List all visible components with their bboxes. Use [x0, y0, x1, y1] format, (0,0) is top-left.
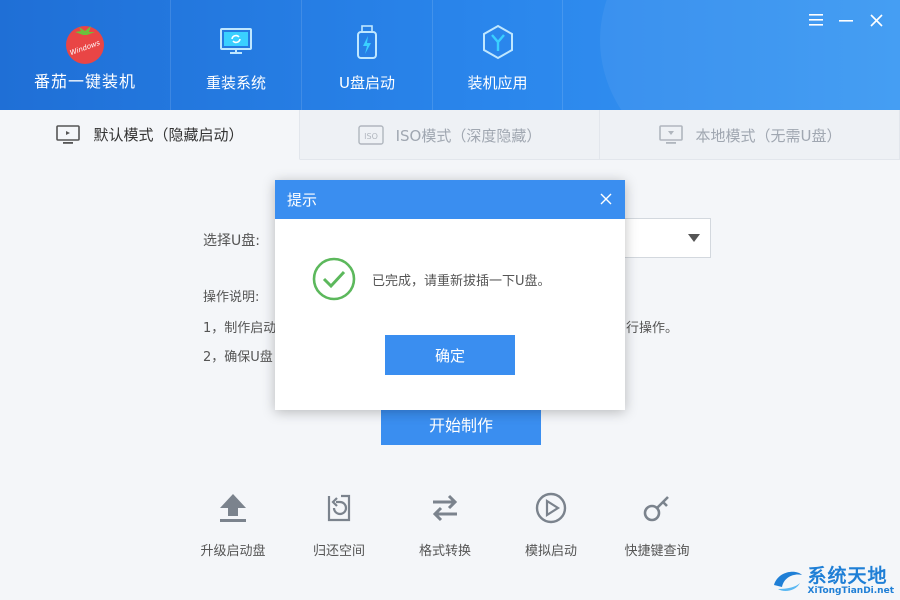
ok-button[interactable]: 确定: [385, 335, 515, 375]
dialog-body: 已完成，请重新拔插一下U盘。 确定: [275, 219, 625, 410]
select-usb-label: 选择U盘:: [203, 233, 260, 249]
menu-icon[interactable]: [808, 12, 824, 28]
tab-default-mode[interactable]: 默认模式（隐藏启动）: [0, 110, 300, 160]
tool-label: 模拟启动: [524, 544, 577, 559]
notice-dialog: 提示 已完成，请重新拔插一下U盘。 确定: [275, 180, 625, 410]
app-name: 番茄一键装机: [33, 72, 136, 91]
tab-label: 默认模式（隐藏启动）: [93, 126, 244, 144]
brand: Windows 番茄一键装机: [0, 0, 170, 110]
usb-drive-icon: [347, 22, 387, 62]
tab-iso-mode[interactable]: ISO ISO模式（深度隐藏）: [300, 110, 600, 160]
tab-label: ISO模式（深度隐藏）: [395, 126, 542, 145]
tool-label: 格式转换: [418, 544, 471, 559]
dialog-title: 提示: [287, 191, 318, 209]
dialog-message: 已完成，请重新拔插一下U盘。: [372, 274, 551, 289]
play-circle-icon: [533, 490, 569, 526]
nav-install-apps[interactable]: 装机应用: [432, 0, 563, 110]
watermark-text: 系统天地 XiTongTianDi.net: [808, 566, 895, 596]
hexagon-y-icon: [478, 22, 518, 62]
mode-tabs: 默认模式（隐藏启动） ISO ISO模式（深度隐藏） 本地模式（无需U盘）: [0, 110, 900, 160]
instruction-line-1-end: 行操作。: [626, 321, 679, 336]
nav-usb-boot[interactable]: U盘启动: [301, 0, 432, 110]
watermark-logo-icon: [773, 571, 802, 591]
upload-arrow-icon: [215, 490, 251, 526]
swap-arrows-icon: [427, 490, 463, 526]
monitor-down-icon: [658, 124, 684, 146]
tool-upgrade-boot-disk[interactable]: 升级启动盘: [180, 490, 286, 559]
tool-bar: 升级启动盘 归还空间 格式转换 模拟启动 快捷键查询: [180, 490, 710, 559]
dialog-header: 提示: [275, 180, 625, 219]
watermark-url: XiTongTianDi.net: [807, 586, 895, 596]
minimize-icon[interactable]: [838, 12, 854, 28]
watermark: 系统天地 XiTongTianDi.net: [772, 566, 895, 596]
monitor-refresh-icon: [216, 22, 256, 62]
key-icon: [639, 490, 675, 526]
svg-text:ISO: ISO: [364, 132, 378, 141]
tool-simulate-boot[interactable]: 模拟启动: [498, 490, 604, 559]
monitor-icon: [55, 124, 81, 146]
tab-label: 本地模式（无需U盘）: [695, 126, 842, 145]
nav-reinstall-system[interactable]: 重装系统: [170, 0, 301, 110]
tomato-logo-icon: Windows: [66, 26, 104, 64]
watermark-title: 系统天地: [807, 565, 888, 587]
chevron-down-icon: [688, 234, 700, 242]
main-nav: 重装系统 U盘启动 装机应用: [170, 0, 563, 110]
tool-format-convert[interactable]: 格式转换: [392, 490, 498, 559]
tool-label: 归还空间: [312, 544, 365, 559]
nav-label: 装机应用: [467, 74, 528, 92]
window-controls: [808, 12, 884, 28]
tool-restore-space[interactable]: 归还空间: [286, 490, 392, 559]
tool-label: 升级启动盘: [200, 544, 266, 559]
tool-label: 快捷键查询: [624, 544, 690, 559]
app-header: Windows 番茄一键装机 重装系统 U盘启动 装机应用: [0, 0, 900, 110]
instructions-title: 操作说明:: [203, 290, 260, 305]
check-circle-icon: [312, 257, 356, 301]
close-icon[interactable]: [599, 192, 613, 206]
instruction-line-1: 1，制作启动: [203, 321, 277, 336]
close-icon[interactable]: [868, 12, 884, 28]
tool-shortcut-query[interactable]: 快捷键查询: [604, 490, 710, 559]
iso-icon: ISO: [357, 124, 384, 146]
instruction-line-2: 2，确保U盘: [203, 350, 273, 365]
nav-label: U盘启动: [339, 74, 395, 92]
tab-local-mode[interactable]: 本地模式（无需U盘）: [600, 110, 900, 160]
nav-label: 重装系统: [205, 74, 266, 92]
restore-space-icon: [321, 490, 357, 526]
